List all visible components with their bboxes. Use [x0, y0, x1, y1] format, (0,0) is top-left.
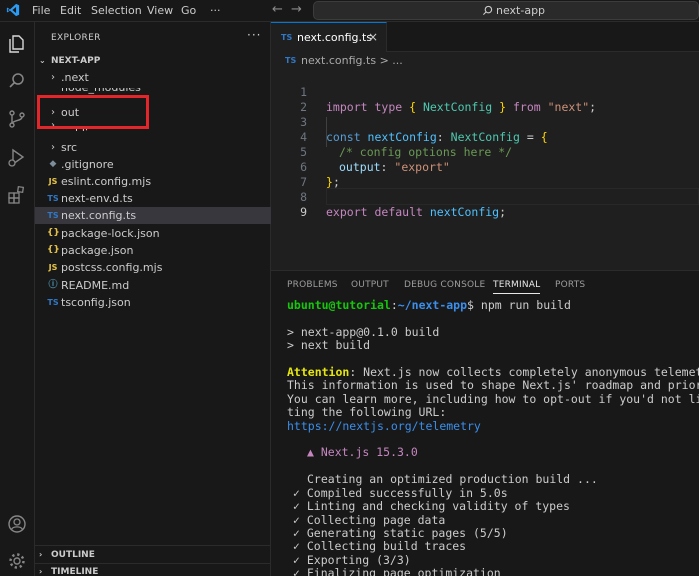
- tree-folder-next[interactable]: › .next: [35, 69, 271, 86]
- json-file-icon: {}: [47, 245, 60, 255]
- run-debug-icon[interactable]: [6, 146, 28, 168]
- workspace-root-label: NEXT-APP: [51, 56, 101, 66]
- divider: [35, 563, 271, 564]
- tab-debug-console[interactable]: DEBUG CONSOLE: [404, 280, 485, 290]
- ts-file-icon: TS: [47, 211, 59, 220]
- close-icon[interactable]: ×: [368, 30, 378, 44]
- terminal-step: ✓ Collecting page data: [293, 512, 446, 527]
- terminal-line: Creating an optimized production build .…: [307, 472, 598, 487]
- ts-file-icon: TS: [47, 298, 59, 307]
- command-center-search[interactable]: next-app: [313, 1, 699, 20]
- js-file-icon: JS: [48, 263, 58, 272]
- terminal-line: ting the following URL:: [287, 405, 447, 420]
- highlight-box: [37, 95, 149, 129]
- code-line: 3 const nextConfig: NextConfig = {: [300, 115, 548, 144]
- tab-problems[interactable]: PROBLEMS: [287, 280, 338, 290]
- activity-bar: [0, 22, 35, 576]
- terminal-attention-line: Attention: Next.js now collects complete…: [287, 365, 699, 380]
- explorer-title: EXPLORER: [51, 33, 101, 43]
- terminal-line: You can learn more, including how to opt…: [287, 391, 699, 406]
- code-line: 2: [300, 100, 307, 114]
- search-icon: [482, 5, 493, 16]
- tree-file-tsconfig[interactable]: TS tsconfig.json: [35, 294, 271, 311]
- tree-file-package-lock[interactable]: {} package-lock.json: [35, 225, 271, 242]
- terminal-prompt-line: ubuntu@tutorial:~/next-app$ npm run buil…: [287, 299, 571, 312]
- explorer-files-icon[interactable]: [6, 32, 28, 54]
- settings-gear-icon[interactable]: [6, 550, 28, 572]
- tab-terminal[interactable]: TERMINAL: [493, 280, 541, 294]
- ts-file-icon: TS: [47, 194, 59, 203]
- menu-go[interactable]: Go: [181, 4, 196, 17]
- ts-file-icon: TS: [281, 33, 293, 42]
- tab-ports[interactable]: PORTS: [555, 280, 585, 290]
- divider: [35, 545, 271, 546]
- terminal-step: ✓ Generating static pages (5/5): [293, 525, 508, 540]
- chevron-right-icon: ›: [51, 142, 55, 153]
- tree-file-eslint-config[interactable]: JS eslint.config.mjs: [35, 173, 271, 190]
- tree-file-gitignore[interactable]: ◆ .gitignore: [35, 156, 271, 173]
- tree-file-postcss-config[interactable]: JS postcss.config.mjs: [35, 259, 271, 276]
- editor-tab-bar: TS next.config.ts ×: [271, 22, 699, 52]
- extensions-icon[interactable]: [6, 184, 28, 206]
- code-line: 7: [300, 175, 307, 189]
- json-file-icon: {}: [47, 228, 60, 238]
- git-file-icon: ◆: [49, 159, 57, 169]
- menu-selection[interactable]: Selection: [91, 4, 142, 17]
- terminal-step: ✓ Linting and checking validity of types: [293, 499, 570, 514]
- outline-section-header[interactable]: › OUTLINE: [39, 550, 95, 560]
- terminal-step: ✓ Collecting build traces: [293, 539, 467, 554]
- js-file-icon: JS: [48, 177, 58, 186]
- workspace-root-header[interactable]: ⌄ NEXT-APP: [39, 56, 100, 66]
- menu-more[interactable]: ···: [210, 4, 221, 17]
- tab-output[interactable]: OUTPUT: [351, 280, 389, 290]
- chevron-right-icon: ›: [39, 567, 43, 576]
- menu-view[interactable]: View: [147, 4, 173, 17]
- tab-next-config[interactable]: TS next.config.ts ×: [271, 22, 387, 52]
- search-text: next-app: [496, 4, 546, 17]
- vscode-logo-icon: [6, 3, 20, 17]
- code-line: 8 export default nextConfig;: [300, 190, 507, 219]
- terminal-step: ✓ Exporting (3/3): [293, 552, 411, 567]
- code-line: 4 /* config options here */: [300, 130, 513, 159]
- tree-folder-src[interactable]: › src: [35, 139, 271, 156]
- terminal-line: This information is used to shape Next.j…: [287, 378, 699, 393]
- tree-file-next-config[interactable]: TS next.config.ts: [35, 207, 271, 224]
- terminal-line: > next build: [287, 338, 371, 353]
- forward-arrow-icon[interactable]: →: [291, 2, 302, 17]
- tab-label: next.config.ts: [297, 31, 373, 44]
- explorer-more-actions[interactable]: ···: [247, 28, 261, 42]
- breadcrumb[interactable]: TS next.config.ts > ...: [271, 53, 699, 69]
- search-icon[interactable]: [6, 70, 28, 92]
- tree-file-package-json[interactable]: {} package.json: [35, 242, 271, 259]
- telemetry-link[interactable]: https://nextjs.org/telemetry: [287, 419, 699, 433]
- code-line: 9: [300, 205, 307, 219]
- terminal-line: > next-app@0.1.0 build: [287, 324, 440, 339]
- terminal-step: ✓ Compiled successfully in 5.0s: [293, 485, 508, 500]
- menu-file[interactable]: File: [32, 4, 50, 17]
- breadcrumb-path: next.config.ts > ...: [301, 54, 403, 67]
- chevron-right-icon: ›: [39, 550, 43, 559]
- tree-file-readme[interactable]: ⓘ README.md: [35, 277, 271, 294]
- terminal-step: ✓ Finalizing page optimization: [293, 566, 501, 576]
- title-bar: File Edit Selection View Go ··· ← → next…: [0, 0, 699, 22]
- terminal-output[interactable]: ubuntu@tutorial:~/next-app$ npm run buil…: [287, 299, 699, 576]
- code-editor[interactable]: 1 import type { NextConfig } from "next"…: [271, 69, 699, 265]
- bottom-panel: PROBLEMS OUTPUT DEBUG CONSOLE TERMINAL P…: [271, 270, 699, 576]
- menu-edit[interactable]: Edit: [60, 4, 81, 17]
- info-file-icon: ⓘ: [48, 280, 58, 290]
- account-icon[interactable]: [6, 513, 28, 535]
- code-line: 1 import type { NextConfig } from "next"…: [300, 85, 597, 114]
- ts-file-icon: TS: [285, 56, 297, 65]
- terminal-line: ▲ Next.js 15.3.0: [307, 445, 418, 460]
- chevron-right-icon: ›: [51, 72, 55, 83]
- code-line: 6 };: [300, 160, 340, 189]
- back-arrow-icon[interactable]: ←: [272, 2, 283, 17]
- code-line: 5 output: "export": [300, 145, 450, 174]
- tree-file-next-env[interactable]: TS next-env.d.ts: [35, 190, 271, 207]
- source-control-icon[interactable]: [6, 108, 28, 130]
- chevron-down-icon: ⌄: [39, 56, 46, 65]
- timeline-section-header[interactable]: › TIMELINE: [39, 567, 98, 576]
